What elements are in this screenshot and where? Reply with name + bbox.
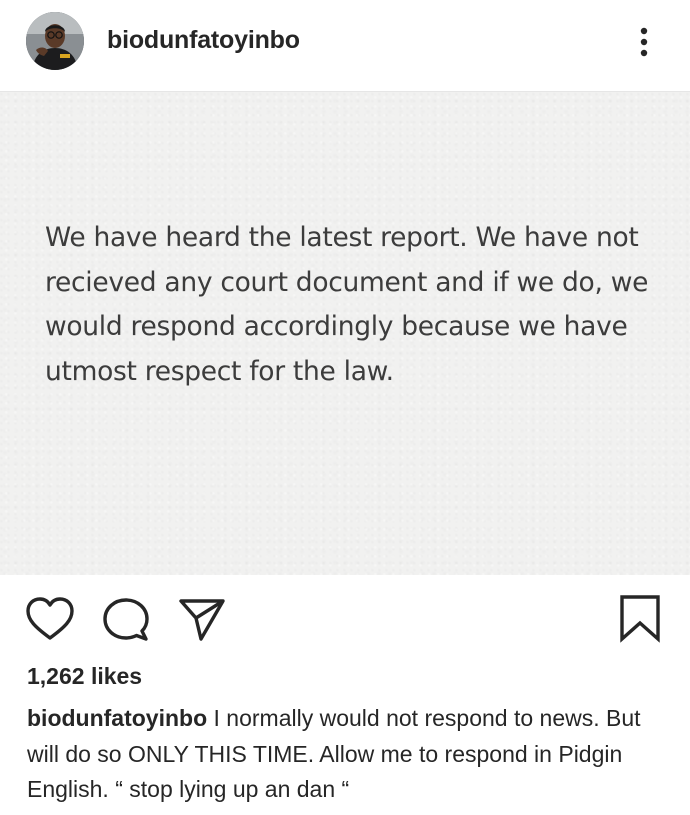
- caption: biodunfatoyinbo I normally would not res…: [27, 701, 667, 808]
- bookmark-icon: [620, 595, 660, 643]
- paper-plane-icon: [179, 599, 225, 641]
- caption-username[interactable]: biodunfatoyinbo: [27, 705, 207, 731]
- comment-button[interactable]: [101, 596, 151, 644]
- post-header: biodunfatoyinbo: [0, 0, 690, 92]
- likes-count[interactable]: 1,262 likes: [27, 663, 142, 690]
- share-button[interactable]: [177, 596, 227, 644]
- post-image[interactable]: We have heard the latest report. We have…: [0, 92, 690, 575]
- profile-photo: [26, 12, 84, 70]
- action-bar: [0, 575, 690, 665]
- avatar[interactable]: [26, 12, 84, 70]
- save-button[interactable]: [615, 594, 665, 644]
- comment-icon: [103, 598, 149, 641]
- more-options-button[interactable]: [626, 20, 662, 64]
- like-button[interactable]: [25, 596, 75, 644]
- more-vertical-icon: [640, 27, 648, 57]
- heart-icon: [26, 597, 74, 640]
- post-statement-text: We have heard the latest report. We have…: [45, 222, 649, 387]
- username[interactable]: biodunfatoyinbo: [107, 26, 300, 55]
